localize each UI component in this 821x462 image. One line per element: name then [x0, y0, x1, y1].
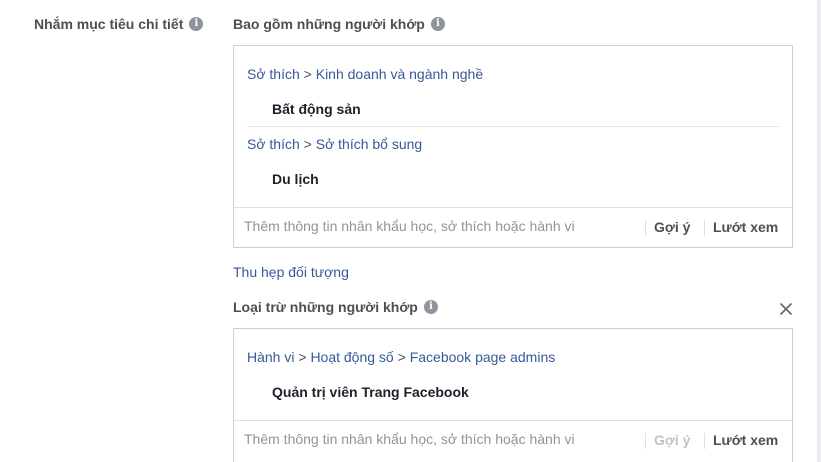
breadcrumb-link[interactable]: Sở thích	[247, 136, 300, 152]
exclude-input-row: Gợi ý Lướt xem	[234, 420, 792, 461]
breadcrumb-separator: >	[298, 349, 311, 365]
include-targeting-box: Sở thích > Kinh doanh và ngành nghề Bất …	[233, 45, 793, 248]
detailed-targeting-label: Nhắm mục tiêu chi tiết i	[34, 16, 204, 32]
exclude-search-input[interactable]	[244, 431, 639, 447]
close-icon[interactable]	[779, 302, 793, 316]
info-icon[interactable]: i	[189, 17, 204, 31]
divider	[704, 433, 705, 449]
include-title: Bao gồm những người khớp i	[233, 16, 445, 32]
targeting-item[interactable]: Du lịch	[272, 171, 319, 187]
group-divider	[247, 126, 779, 127]
breadcrumb-link[interactable]: Sở thích bổ sung	[316, 136, 422, 152]
exclude-targeting-box: Hành vi > Hoạt động số > Facebook page a…	[233, 328, 793, 462]
suggest-button[interactable]: Gợi ý	[654, 432, 690, 448]
info-icon[interactable]: i	[430, 17, 445, 31]
page-scrollbar[interactable]	[817, 0, 821, 462]
breadcrumb-separator: >	[303, 66, 316, 82]
breadcrumb-link[interactable]: Hoạt động số	[310, 349, 393, 365]
suggest-button[interactable]: Gợi ý	[654, 219, 690, 235]
breadcrumb-separator: >	[303, 136, 316, 152]
divider	[645, 220, 646, 236]
browse-button[interactable]: Lướt xem	[713, 432, 778, 448]
exclude-title: Loại trừ những người khớp i	[233, 299, 438, 315]
exclude-title-text: Loại trừ những người khớp	[233, 299, 418, 315]
exclude-breadcrumb: Hành vi > Hoạt động số > Facebook page a…	[247, 349, 555, 365]
breadcrumb-link[interactable]: Sở thích	[247, 66, 300, 82]
detailed-targeting-text: Nhắm mục tiêu chi tiết	[34, 16, 184, 32]
divider	[645, 433, 646, 449]
include-breadcrumb: Sở thích > Sở thích bổ sung	[247, 136, 422, 152]
breadcrumb-link[interactable]: Kinh doanh và ngành nghề	[316, 66, 483, 82]
targeting-item[interactable]: Quản trị viên Trang Facebook	[272, 384, 469, 400]
include-title-text: Bao gồm những người khớp	[233, 16, 425, 32]
browse-button[interactable]: Lướt xem	[713, 219, 778, 235]
targeting-item[interactable]: Bất động sản	[272, 101, 361, 117]
narrow-audience-link[interactable]: Thu hẹp đối tượng	[233, 264, 349, 280]
divider	[704, 220, 705, 236]
breadcrumb-link[interactable]: Hành vi	[247, 349, 294, 365]
breadcrumb-link[interactable]: Facebook page admins	[410, 349, 556, 365]
include-breadcrumb: Sở thích > Kinh doanh và ngành nghề	[247, 66, 483, 82]
include-search-input[interactable]	[244, 218, 639, 234]
include-input-row: Gợi ý Lướt xem	[234, 207, 792, 248]
breadcrumb-separator: >	[397, 349, 410, 365]
info-icon[interactable]: i	[423, 300, 438, 314]
